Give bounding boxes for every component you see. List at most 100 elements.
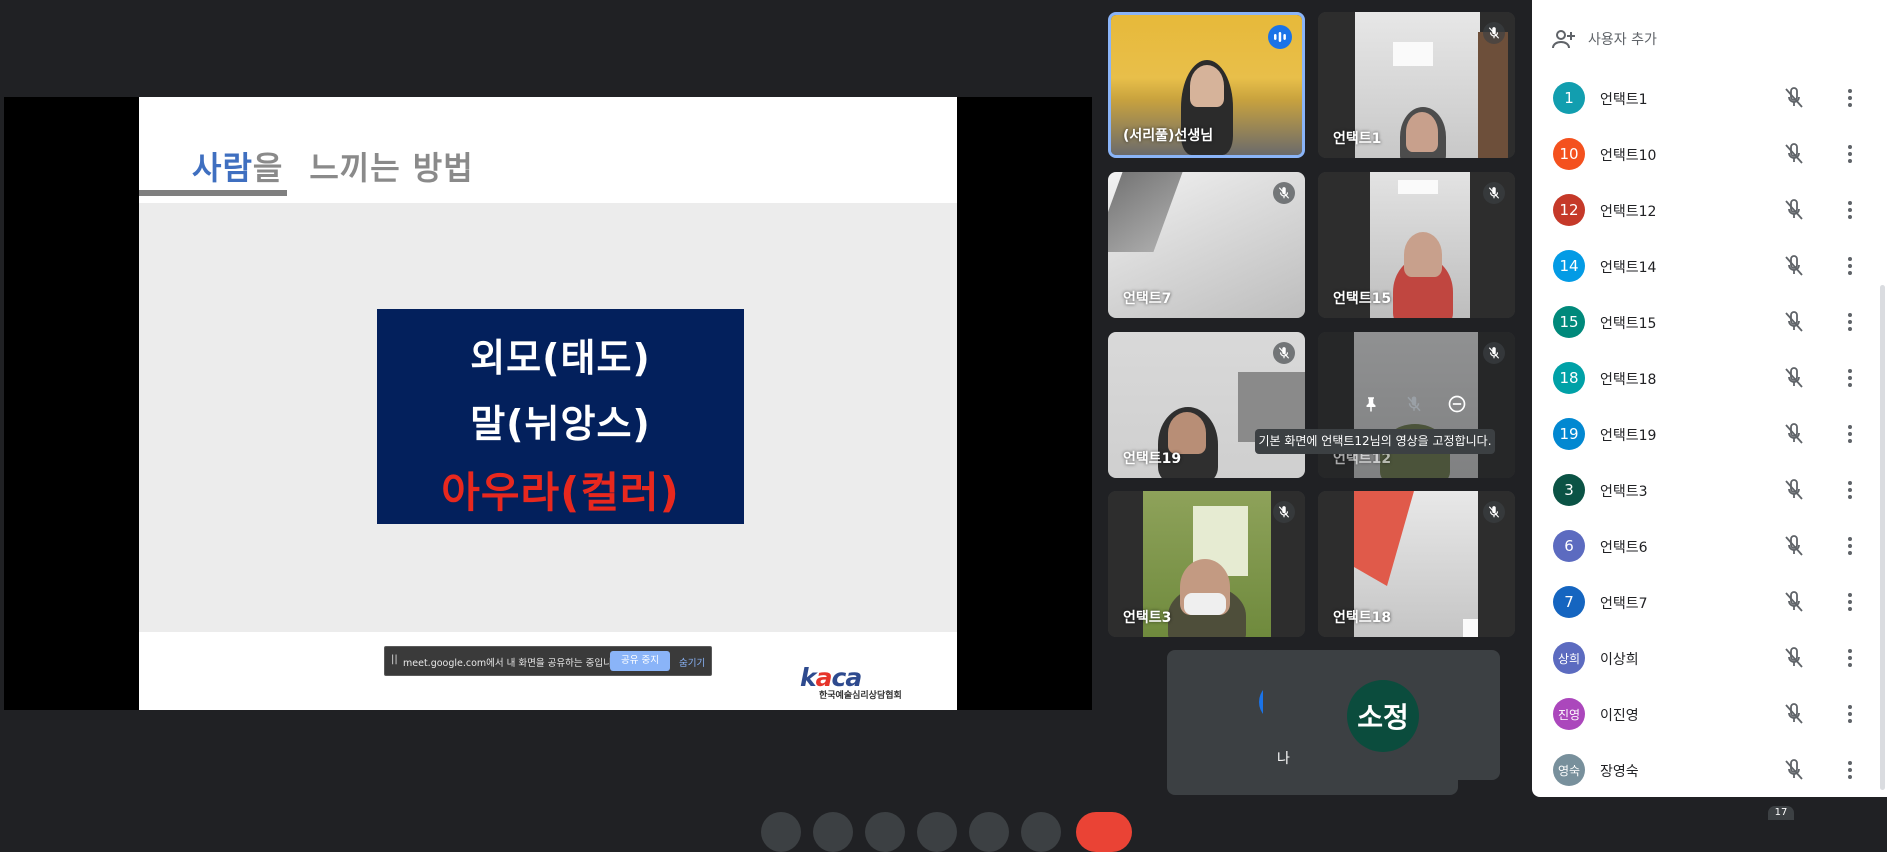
- video-tile[interactable]: 언택트19: [1108, 332, 1305, 478]
- drag-handle-icon[interactable]: ||: [391, 654, 398, 665]
- participant-name: 이상희: [1600, 652, 1639, 668]
- participant-row[interactable]: 6 언택트6: [1532, 518, 1887, 574]
- participant-row[interactable]: 진영 이진영: [1532, 686, 1887, 742]
- video-tile[interactable]: 언택트7: [1108, 172, 1305, 318]
- participant-avatar: 19: [1553, 418, 1585, 450]
- hide-share-bar-button[interactable]: 숨기기: [679, 655, 705, 669]
- participant-row[interactable]: 10 언택트10: [1532, 126, 1887, 182]
- slide-title-particle: 을: [252, 149, 284, 187]
- video-tile[interactable]: 언택트15: [1318, 172, 1515, 318]
- more-options-icon[interactable]: [1838, 534, 1862, 558]
- mic-off-icon: [1273, 501, 1295, 523]
- box-line-appearance: 외모(태도): [470, 336, 651, 380]
- mic-off-icon[interactable]: [1782, 198, 1806, 222]
- participant-name: 언택트18: [1333, 610, 1392, 626]
- mic-off-icon[interactable]: [1782, 478, 1806, 502]
- more-options-icon[interactable]: [1838, 198, 1862, 222]
- more-options-icon[interactable]: [1838, 310, 1862, 334]
- participant-name: 언택트7: [1123, 291, 1172, 307]
- participant-avatar: 18: [1553, 362, 1585, 394]
- leave-call-button[interactable]: [1076, 812, 1132, 852]
- participant-avatar: 3: [1553, 474, 1585, 506]
- self-label: 나: [1277, 751, 1290, 767]
- mic-off-icon[interactable]: [1782, 702, 1806, 726]
- people-scrollbar[interactable]: [1880, 285, 1885, 790]
- video-tile[interactable]: 언택트18: [1318, 491, 1515, 637]
- toolbar-button[interactable]: [865, 812, 905, 852]
- participant-name: 언택트3: [1123, 610, 1172, 626]
- slide-title-highlight: 사람: [192, 149, 253, 187]
- toolbar-button[interactable]: [917, 812, 957, 852]
- mic-off-icon: [1483, 22, 1505, 44]
- toolbar-button[interactable]: [761, 812, 801, 852]
- participant-name: 언택트14: [1600, 260, 1657, 276]
- slide: 사람을 느끼는 방법 외모(태도) 말(뉘앙스) 아우라(컬러) kaca 한국예…: [139, 97, 957, 710]
- participant-row[interactable]: 19 언택트19: [1532, 406, 1887, 462]
- toolbar-button[interactable]: [969, 812, 1009, 852]
- add-people-label: 사용자 추가: [1588, 32, 1657, 48]
- participant-row[interactable]: 14 언택트14: [1532, 238, 1887, 294]
- participant-avatar: 15: [1553, 306, 1585, 338]
- toolbar-button[interactable]: [813, 812, 853, 852]
- more-options-icon[interactable]: [1838, 366, 1862, 390]
- self-tile[interactable]: 소정 나: [1263, 650, 1500, 780]
- participant-row[interactable]: 12 언택트12: [1532, 182, 1887, 238]
- participant-row[interactable]: 3 언택트3: [1532, 462, 1887, 518]
- more-options-icon[interactable]: [1838, 590, 1862, 614]
- mic-off-icon[interactable]: [1782, 366, 1806, 390]
- toolbar-button[interactable]: [1021, 812, 1061, 852]
- participant-name: 언택트3: [1600, 484, 1648, 500]
- mic-off-icon[interactable]: [1782, 86, 1806, 110]
- video-tile[interactable]: 언택트3: [1108, 491, 1305, 637]
- video-tile[interactable]: (서리풀)선생님: [1108, 12, 1305, 158]
- more-options-icon[interactable]: [1838, 702, 1862, 726]
- more-options-icon[interactable]: [1838, 86, 1862, 110]
- participant-avatar: 상희: [1553, 642, 1585, 674]
- mic-off-icon: [1483, 182, 1505, 204]
- add-person-icon: [1552, 30, 1575, 49]
- mic-off-icon[interactable]: [1782, 254, 1806, 278]
- mic-off-icon: [1483, 501, 1505, 523]
- participant-name: 언택트15: [1600, 316, 1657, 332]
- shared-presentation[interactable]: 사람을 느끼는 방법 외모(태도) 말(뉘앙스) 아우라(컬러) kaca 한국예…: [4, 97, 1092, 710]
- participant-row[interactable]: 상희 이상희: [1532, 630, 1887, 686]
- more-options-icon[interactable]: [1838, 478, 1862, 502]
- mic-off-icon[interactable]: [1782, 590, 1806, 614]
- pin-icon[interactable]: [1356, 389, 1386, 419]
- more-options-icon[interactable]: [1838, 646, 1862, 670]
- participant-name: 언택트10: [1600, 148, 1657, 164]
- more-options-icon[interactable]: [1838, 142, 1862, 166]
- speaking-indicator-icon: [1268, 25, 1292, 49]
- more-options-icon[interactable]: [1838, 758, 1862, 782]
- stop-sharing-button[interactable]: 공유 중지: [610, 651, 670, 671]
- mic-off-icon[interactable]: [1782, 758, 1806, 782]
- mic-off-icon[interactable]: [1782, 310, 1806, 334]
- participant-row[interactable]: 1 언택트1: [1532, 70, 1887, 126]
- participant-avatar: 영숙: [1553, 754, 1585, 786]
- mute-icon[interactable]: [1399, 389, 1429, 419]
- participant-row[interactable]: 18 언택트18: [1532, 350, 1887, 406]
- mic-off-icon[interactable]: [1782, 142, 1806, 166]
- participant-row[interactable]: 15 언택트15: [1532, 294, 1887, 350]
- video-tile[interactable]: 언택트1: [1318, 12, 1515, 158]
- participant-row[interactable]: 7 언택트7: [1532, 574, 1887, 630]
- self-avatar: 소정: [1347, 680, 1419, 752]
- participant-row[interactable]: 영숙 장영숙: [1532, 742, 1887, 798]
- mic-off-icon[interactable]: [1782, 422, 1806, 446]
- more-options-icon[interactable]: [1838, 254, 1862, 278]
- mic-off-icon[interactable]: [1782, 534, 1806, 558]
- tile-hover-controls: [1344, 381, 1484, 427]
- pin-tooltip: 기본 화면에 언택트12님의 영상을 고정합니다.: [1255, 429, 1495, 454]
- participant-name: 이진영: [1600, 708, 1639, 724]
- more-options-icon[interactable]: [1838, 422, 1862, 446]
- mic-off-icon[interactable]: [1782, 646, 1806, 670]
- share-message: meet.google.com에서 내 화면을 공유하는 중입니다.: [403, 658, 624, 669]
- slide-title-rest: 느끼는 방법: [309, 149, 474, 187]
- mic-off-icon: [1483, 342, 1505, 364]
- remove-icon[interactable]: [1442, 389, 1472, 419]
- participant-name: 언택트7: [1600, 596, 1648, 612]
- participant-name: (서리풀)선생님: [1123, 128, 1214, 144]
- people-panel: 사용자 추가 1 언택트1 10 언택트10 12 언택트12 14 언택트14 15 언택트15…: [1532, 0, 1887, 797]
- mic-off-icon: [1273, 342, 1295, 364]
- add-people-button[interactable]: 사용자 추가: [1552, 26, 1657, 52]
